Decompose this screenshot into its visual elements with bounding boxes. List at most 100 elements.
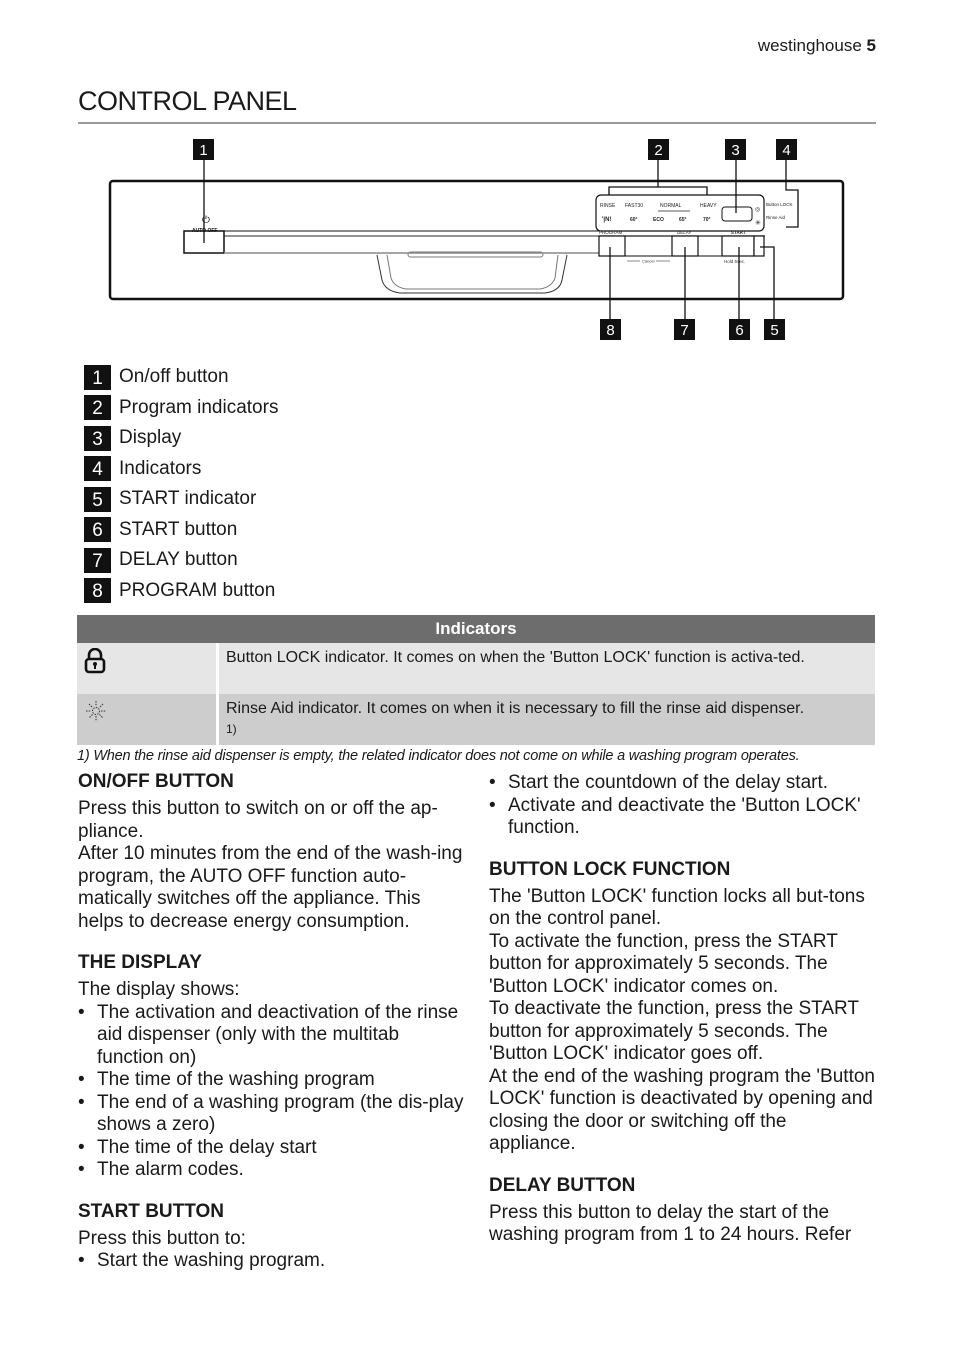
callout-3: 3 (725, 139, 746, 160)
legend-item: 6 START button (84, 515, 278, 546)
list-item: The activation and deactivation of the r… (78, 1002, 464, 1070)
section-heading: THE DISPLAY (78, 952, 202, 973)
label-rinse-aid: Rinse Aid (766, 215, 786, 220)
section-start: START BUTTON Press this button to: Start… (78, 1200, 464, 1273)
legend-item: 7 DELAY button (84, 545, 278, 576)
label-heavy: HEAVY (700, 203, 717, 209)
paragraph: After 10 minutes from the end of the was… (78, 843, 463, 932)
callout-1: 1 (193, 139, 214, 160)
label-button-lock: Button LOCK (766, 202, 793, 207)
label-program: PROGRAM (599, 230, 623, 235)
lock-glyph: ◎ (755, 207, 760, 213)
list-item: The end of a washing program (the dis-pl… (78, 1092, 464, 1137)
legend-item: 5 START indicator (84, 484, 278, 515)
legend-number: 3 (84, 425, 111, 451)
callout-8: 8 (600, 319, 621, 340)
section-delay: DELAY BUTTON Press this button to delay … (489, 1174, 875, 1247)
callout-2: 2 (648, 139, 669, 160)
label-rinse: RINSE (600, 203, 616, 209)
title-divider (78, 122, 876, 124)
legend-label: START button (119, 518, 238, 540)
paragraph: To deactivate the function, press the ST… (489, 998, 859, 1064)
display-list: The activation and deactivation of the r… (78, 1002, 464, 1182)
start-indicator (753, 235, 765, 257)
label-normal-temp: 65° (679, 217, 687, 223)
legend-number: 4 (84, 456, 111, 482)
legend-label: START indicator (119, 488, 257, 510)
svg-text:5: 5 (770, 322, 778, 339)
footnote-ref: 1) (226, 722, 237, 736)
legend-number: 1 (84, 364, 111, 390)
page-header: westinghouse 5 (758, 36, 876, 56)
power-glyph: ⏻ (202, 215, 210, 226)
paragraph: To activate the function, press the STAR… (489, 930, 838, 997)
list-item: Activate and deactivate the 'Button LOCK… (489, 795, 875, 840)
section-start-continued: Start the countdown of the delay start. … (489, 772, 875, 840)
section-heading: ON/OFF BUTTON (78, 771, 234, 792)
table-row: Rinse Aid indicator. It comes on when it… (77, 694, 875, 745)
section-onoff: ON/OFF BUTTON Press this button to switc… (78, 770, 464, 933)
svg-text:2: 2 (654, 142, 662, 159)
list-item: The time of the delay start (78, 1137, 464, 1160)
component-legend: 1 On/off button 2 Program indicators 3 Disp… (84, 362, 278, 606)
label-start: START (731, 230, 746, 235)
label-normal: NORMAL (660, 203, 682, 209)
svg-text:8: 8 (606, 322, 614, 339)
rinse-aid-icon (84, 701, 108, 727)
rinse-aid-glyph: ✳ (755, 219, 761, 227)
legend-number: 8 (84, 578, 111, 604)
section-heading: START BUTTON (78, 1200, 225, 1222)
label-hold: Hold 5sec. (724, 259, 745, 264)
legend-label: Display (119, 427, 182, 449)
label-fast30-temp: 60° (630, 217, 638, 223)
program-button (598, 235, 626, 257)
left-column: ON/OFF BUTTON Press this button to switc… (78, 770, 464, 1291)
callout-7: 7 (674, 319, 695, 340)
right-column: Start the countdown of the delay start. … (489, 772, 875, 1265)
brand-name: westinghouse (757, 36, 862, 55)
section-display: THE DISPLAY The display shows: The activ… (78, 951, 464, 1182)
table-row: Button LOCK indicator. It comes on when … (77, 643, 875, 694)
svg-text:6: 6 (735, 322, 743, 339)
paragraph: Press this button to delay the start of … (489, 1201, 852, 1246)
legend-item: 4 Indicators (84, 454, 278, 485)
paragraph: The display shows: (78, 979, 240, 1000)
legend-item: 1 On/off button (84, 362, 278, 393)
page-number: 5 (866, 36, 876, 55)
page-title: CONTROL PANEL (78, 86, 297, 116)
legend-number: 7 (84, 547, 111, 573)
label-heavy-temp: 70° (703, 217, 711, 223)
label-eco: ECO (653, 217, 664, 223)
legend-item: 2 Program indicators (84, 393, 278, 424)
callout-4: 4 (776, 139, 797, 160)
paragraph: Press this button to switch on or off th… (78, 798, 438, 842)
indicators-table-header: Indicators (77, 615, 875, 643)
legend-item: 8 PROGRAM button (84, 576, 278, 607)
rinse-glyph: '|N! (602, 217, 611, 223)
start-button (721, 235, 755, 257)
legend-label: On/off button (119, 366, 229, 388)
control-panel-diagram: ⏻ AUTO OFF RINSE FAST30 NORMAL HEAVY '|N… (100, 135, 860, 350)
callout-6: 6 (729, 319, 750, 340)
indicator-description: Button LOCK indicator. It comes on when … (217, 643, 875, 694)
auto-off-label: AUTO OFF (192, 228, 217, 234)
svg-text:1: 1 (199, 142, 207, 159)
section-heading: DELAY BUTTON (489, 1174, 636, 1196)
start-list-continued: Start the countdown of the delay start. … (489, 772, 875, 840)
start-list: Start the washing program. (78, 1250, 464, 1273)
section-heading: BUTTON LOCK FUNCTION (489, 858, 731, 880)
indicator-description: Rinse Aid indicator. It comes on when it… (226, 700, 805, 717)
svg-text:7: 7 (680, 322, 688, 339)
paragraph: At the end of the washing program the 'B… (489, 1065, 875, 1155)
label-fast30: FAST30 (625, 203, 643, 209)
section-button-lock: BUTTON LOCK FUNCTION The 'Button LOCK' f… (489, 858, 875, 1156)
table-footnote: 1) When the rinse aid dispenser is empty… (77, 748, 800, 764)
svg-text:3: 3 (731, 142, 739, 159)
legend-label: PROGRAM button (119, 579, 276, 601)
indicators-table: Indicators Button LOCK indicator. It com… (77, 615, 875, 745)
lock-icon (84, 647, 106, 678)
callout-5: 5 (764, 319, 785, 340)
list-item: The alarm codes. (78, 1159, 464, 1182)
label-delay: DELAY (677, 230, 691, 235)
label-cancel: Cancel (642, 259, 655, 264)
